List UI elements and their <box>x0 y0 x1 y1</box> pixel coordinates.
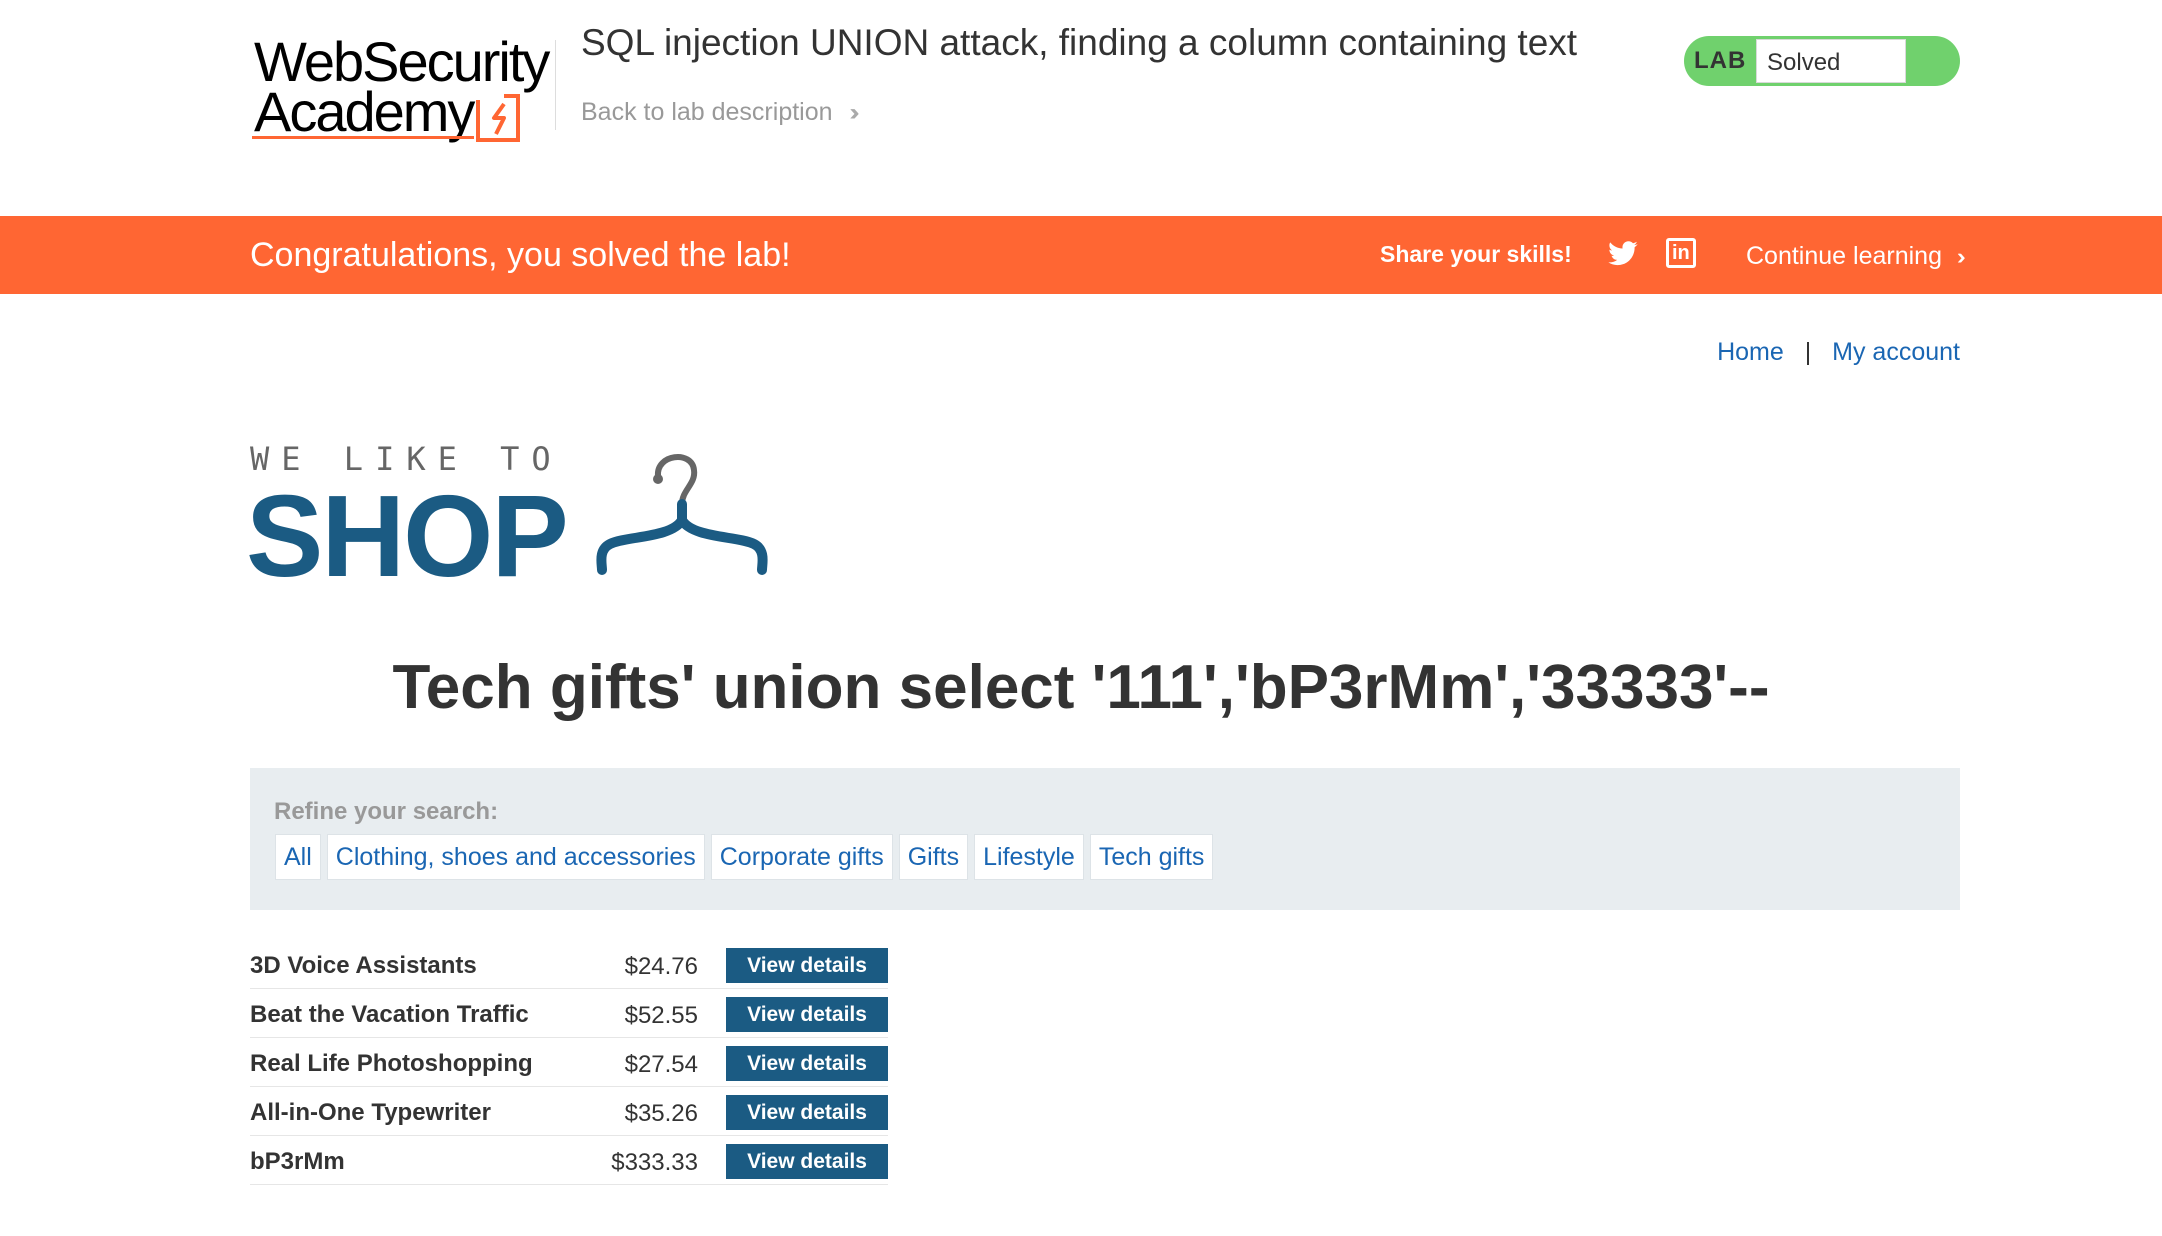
category-link-all[interactable]: All <box>275 834 321 880</box>
category-link-corporate-gifts[interactable]: Corporate gifts <box>710 834 893 880</box>
category-link-gifts[interactable]: Gifts <box>898 834 969 880</box>
back-to-lab-description-link[interactable]: Back to lab description ›› <box>581 98 859 127</box>
double-chevron-right-icon: ›› <box>1956 244 1965 269</box>
product-table: 3D Voice Assistants $24.76 View details … <box>250 940 888 1185</box>
header-divider <box>555 40 556 130</box>
lab-status-widget: LAB Solved <box>1684 36 1960 86</box>
product-name: All-in-One Typewriter <box>250 1099 491 1126</box>
twitter-icon[interactable] <box>1606 238 1640 270</box>
congratulations-message: Congratulations, you solved the lab! <box>250 236 791 274</box>
table-row: All-in-One Typewriter $35.26 View detail… <box>250 1087 888 1136</box>
home-link[interactable]: Home <box>1717 338 1784 366</box>
lab-status-text: Solved <box>1767 49 1841 76</box>
product-name: bP3rMm <box>250 1148 345 1175</box>
category-links: All Clothing, shoes and accessories Corp… <box>275 834 1214 880</box>
my-account-link[interactable]: My account <box>1832 338 1960 366</box>
table-row: Beat the Vacation Traffic $52.55 View de… <box>250 989 888 1038</box>
share-label: Share your skills! <box>1380 241 1572 267</box>
view-details-button[interactable]: View details <box>726 997 888 1032</box>
double-chevron-right-icon: ›› <box>849 99 859 126</box>
logo-underline <box>252 136 474 139</box>
top-nav: Home | My account <box>1717 338 1960 367</box>
search-results-heading: Tech gifts' union select '111','bP3rMm',… <box>392 653 1770 722</box>
category-link-clothing[interactable]: Clothing, shoes and accessories <box>326 834 705 880</box>
solved-banner: Congratulations, you solved the lab! Sha… <box>0 216 2162 294</box>
product-price: $333.33 <box>611 1149 698 1176</box>
product-price: $52.55 <box>624 1002 698 1029</box>
product-price: $35.26 <box>624 1100 698 1127</box>
table-row: Real Life Photoshopping $27.54 View deta… <box>250 1038 888 1087</box>
back-link-label: Back to lab description <box>581 98 833 126</box>
nav-separator: | <box>1804 338 1812 366</box>
hanger-icon <box>596 454 768 575</box>
category-link-tech-gifts[interactable]: Tech gifts <box>1089 834 1214 880</box>
table-row: bP3rMm $333.33 View details <box>250 1136 888 1185</box>
product-name: 3D Voice Assistants <box>250 952 477 979</box>
product-name: Real Life Photoshopping <box>250 1050 533 1077</box>
lab-status-box: Solved <box>1756 39 1906 83</box>
table-row: 3D Voice Assistants $24.76 View details <box>250 940 888 989</box>
lab-badge: LAB <box>1694 47 1747 74</box>
lab-title: SQL injection UNION attack, finding a co… <box>581 22 1578 63</box>
shop-wordmark: SHOP <box>246 471 569 601</box>
view-details-button[interactable]: View details <box>726 1144 888 1179</box>
product-price: $27.54 <box>624 1051 698 1078</box>
filter-panel: Refine your search: All Clothing, shoes … <box>250 768 1960 910</box>
shop-logo: WE LIKE TO SHOP <box>246 440 790 600</box>
logo-line2: Academy <box>254 80 475 143</box>
continue-learning-label: Continue learning <box>1746 242 1942 270</box>
academy-header: WebSecurity Academy SQL injection UNION … <box>0 0 2162 216</box>
web-security-academy-logo[interactable]: WebSecurity Academy <box>250 30 560 150</box>
view-details-button[interactable]: View details <box>726 1046 888 1081</box>
continue-learning-link[interactable]: Continue learning ›› <box>1746 242 1965 271</box>
category-link-lifestyle[interactable]: Lifestyle <box>974 834 1084 880</box>
view-details-button[interactable]: View details <box>726 1095 888 1130</box>
academy-bolt-icon <box>476 94 520 142</box>
view-details-button[interactable]: View details <box>726 948 888 983</box>
linkedin-icon[interactable]: in <box>1666 238 1696 268</box>
product-price: $24.76 <box>624 953 698 980</box>
product-name: Beat the Vacation Traffic <box>250 1001 529 1028</box>
refine-label: Refine your search: <box>274 798 499 825</box>
